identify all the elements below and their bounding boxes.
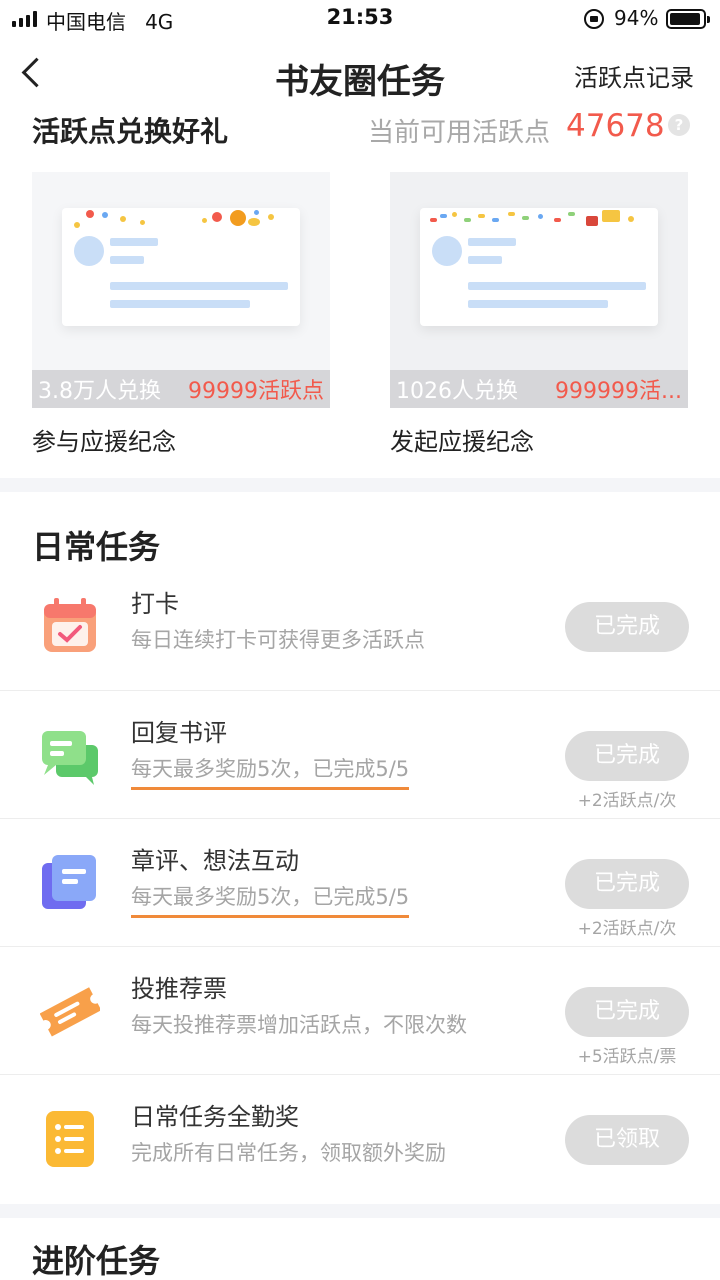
task-description: 每天投推荐票增加活跃点，不限次数 <box>131 1013 467 1037</box>
task-name: 回复书评 <box>131 719 227 747</box>
task-name: 日常任务全勤奖 <box>131 1103 299 1131</box>
task-name: 打卡 <box>131 590 179 618</box>
document-icon <box>40 853 100 913</box>
task-status-button[interactable]: 已完成 <box>565 987 689 1037</box>
gift-cost: 999999活... <box>555 379 682 404</box>
chat-bubbles-icon <box>40 727 100 787</box>
gift-preview-image: 3.8万人兑换 99999活跃点 <box>32 172 330 408</box>
mock-post-card <box>420 208 658 326</box>
task-name: 投推荐票 <box>131 975 227 1003</box>
task-row-checkin: 打卡 每日连续打卡可获得更多活跃点 已完成 <box>0 562 720 690</box>
task-row-recommend-vote: 投推荐票 每天投推荐票增加活跃点，不限次数 已完成 +5活跃点/票 <box>0 946 720 1074</box>
calendar-check-icon <box>40 596 100 656</box>
gift-card-support[interactable]: 3.8万人兑换 99999活跃点 参与应援纪念 <box>32 172 330 457</box>
points-label: 当前可用活跃点 <box>368 118 551 148</box>
ticket-icon <box>39 981 102 1041</box>
task-reward: +5活跃点/票 <box>577 1047 677 1067</box>
orientation-lock-icon <box>584 9 604 29</box>
status-bar: 中国电信 4G 21:53 94% <box>0 0 720 38</box>
gift-preview-image: 1026人兑换 999999活... <box>390 172 688 408</box>
task-description: 每天最多奖励5次，已完成5/5 <box>131 753 410 790</box>
advanced-tasks-title: 进阶任务 <box>32 1242 161 1280</box>
exchange-section: 活跃点兑换好礼 当前可用活跃点 47678 ? 3.8万人兑换 99999活跃点… <box>0 108 720 478</box>
task-status-button[interactable]: 已完成 <box>565 731 689 781</box>
gift-name: 发起应援纪念 <box>390 428 534 456</box>
nav-bar: 书友圈任务 活跃点记录 <box>0 38 720 110</box>
task-row-full-attendance: 日常任务全勤奖 完成所有日常任务，领取额外奖励 已领取 <box>0 1074 720 1202</box>
task-description: 每日连续打卡可获得更多活跃点 <box>131 628 425 652</box>
mock-post-card <box>62 208 300 326</box>
task-reward: +2活跃点/次 <box>577 791 677 811</box>
help-icon[interactable]: ? <box>668 114 690 136</box>
battery-icon <box>666 9 710 29</box>
task-status-button[interactable]: 已领取 <box>565 1115 689 1165</box>
exchange-title: 活跃点兑换好礼 <box>32 115 229 148</box>
gift-stats-bar: 1026人兑换 999999活... <box>390 370 688 408</box>
task-row-chapter-comment: 章评、想法互动 每天最多奖励5次，已完成5/5 已完成 +2活跃点/次 <box>0 818 720 946</box>
gift-exchange-count: 1026人兑换 <box>396 379 518 404</box>
task-reward: +2活跃点/次 <box>577 919 677 939</box>
clock: 21:53 <box>326 5 394 29</box>
battery-percent: 94% <box>614 6 659 30</box>
advanced-tasks-section: 进阶任务 <box>0 1218 720 1280</box>
task-name: 章评、想法互动 <box>131 847 299 875</box>
gift-exchange-count: 3.8万人兑换 <box>38 379 161 404</box>
daily-tasks-section: 日常任务 打卡 每日连续打卡可获得更多活跃点 已完成 回复书评 每天最多奖励5次… <box>0 492 720 1204</box>
list-icon <box>40 1109 100 1169</box>
gift-stats-bar: 3.8万人兑换 99999活跃点 <box>32 370 330 408</box>
gift-cost: 99999活跃点 <box>188 379 324 404</box>
activity-record-link[interactable]: 活跃点记录 <box>574 58 694 93</box>
task-status-button[interactable]: 已完成 <box>565 859 689 909</box>
points-value: 47678 <box>566 108 665 144</box>
task-description: 完成所有日常任务，领取额外奖励 <box>131 1141 446 1165</box>
task-row-reply-review: 回复书评 每天最多奖励5次，已完成5/5 已完成 +2活跃点/次 <box>0 690 720 818</box>
gift-card-launch[interactable]: 1026人兑换 999999活... 发起应援纪念 <box>390 172 688 457</box>
task-description: 每天最多奖励5次，已完成5/5 <box>131 881 410 918</box>
task-status-button[interactable]: 已完成 <box>565 602 689 652</box>
gift-name: 参与应援纪念 <box>32 428 176 456</box>
